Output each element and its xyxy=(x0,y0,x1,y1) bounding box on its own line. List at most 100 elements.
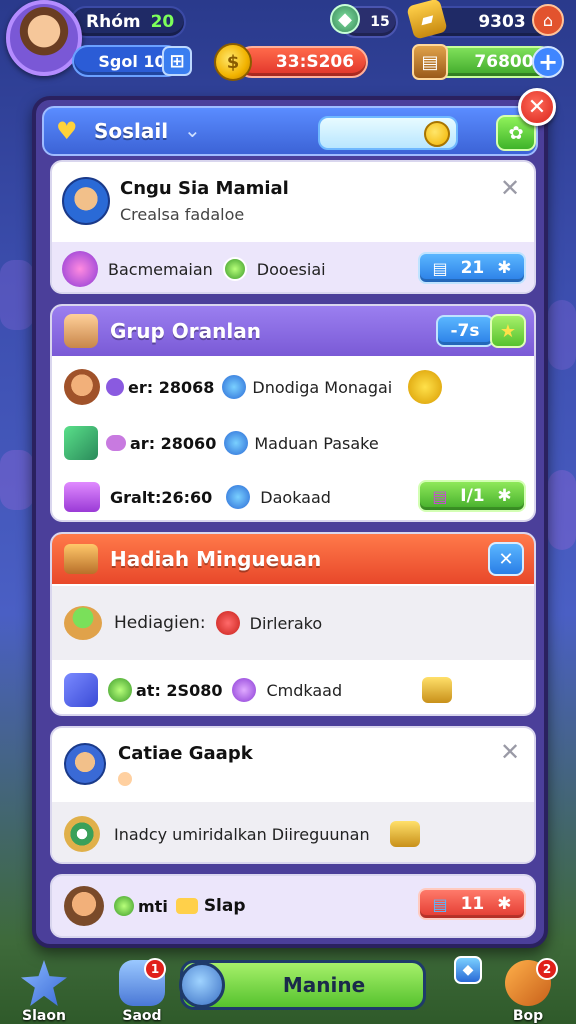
orb-icon xyxy=(222,257,247,281)
group-count-chip: -7s xyxy=(436,315,494,347)
chest-icon: ▤ xyxy=(432,894,448,914)
row-left-text: ar: 28060 xyxy=(130,433,217,453)
star-nav-icon xyxy=(21,960,67,1006)
star-icon: ✱ xyxy=(497,258,512,278)
detail-left-text: Bacmemaian xyxy=(108,259,213,279)
row-mid-text: Dirlerako xyxy=(249,613,323,633)
star-button[interactable]: ★ xyxy=(490,314,526,348)
weekly-title: Hadiah Mingueuan xyxy=(110,547,322,571)
quest-row-text: Inadcy umiridalkan Diireguunan xyxy=(114,824,370,844)
chevron-down-icon[interactable]: ⌄ xyxy=(184,118,201,142)
row-left-text: Gralt:26:60 xyxy=(110,487,213,507)
potion-icon xyxy=(62,251,98,287)
main-button-label: Manine xyxy=(282,973,366,997)
player-level: 20 xyxy=(150,12,175,32)
quest-card: Catiae Gaapk ✕ Inadcy umiridalkan Diireg… xyxy=(50,726,536,864)
chest-icon: ▤ xyxy=(432,258,448,278)
orb-icon xyxy=(222,375,247,399)
gold-bag-icon xyxy=(422,677,453,703)
player-avatar-icon xyxy=(64,743,106,785)
gem-icon xyxy=(106,378,124,396)
gold-icon xyxy=(175,898,198,914)
background-tile xyxy=(0,260,34,330)
helmet-icon xyxy=(408,370,443,404)
group-row[interactable]: er: 28068 Dnodiga Monagai xyxy=(52,360,534,414)
reward-value: 21 xyxy=(460,258,485,278)
close-icon: ✕ xyxy=(527,94,547,120)
gems-value: 15 xyxy=(370,14,390,30)
weekly-reward-card: Hadiah Mingueuan ✕ Hediagien: Dirlerako … xyxy=(50,532,536,716)
member-avatar-icon xyxy=(64,369,100,405)
quest-title: Catiae Gaapk xyxy=(118,742,253,764)
nav-item-bop[interactable]: Bop 2 xyxy=(490,954,566,1024)
swap-chip[interactable]: ▤ 11 ✱ xyxy=(418,888,526,920)
coin-icon xyxy=(424,121,450,147)
row-mid-text: Daokaad xyxy=(260,487,331,507)
background-tile xyxy=(548,470,576,550)
search-input[interactable] xyxy=(318,116,458,150)
row-left-text: er: 28068 xyxy=(128,377,215,397)
panel-header: ♥ Soslail ⌄ ✿ xyxy=(42,106,538,156)
group-row[interactable]: ar: 28060 Maduan Pasake xyxy=(52,416,534,470)
dismiss-icon[interactable]: ✕ xyxy=(500,174,520,202)
top-hud: Rhóm 20 Sgol 10 ⊞ 33:S206 $ 15 ◆ 9303 ▰ … xyxy=(0,0,576,90)
group-title: Grup Oranlan xyxy=(110,319,261,343)
quest-header-row: Catiae Gaapk xyxy=(52,728,534,800)
group-icon xyxy=(64,314,98,348)
food-bowl-icon xyxy=(64,606,102,640)
tool-icon xyxy=(64,673,98,707)
orb-icon xyxy=(114,896,134,916)
chest-icon: ▤ xyxy=(432,486,448,506)
weekly-row[interactable]: at: 2S080 Cmdkaad xyxy=(52,662,534,714)
map-icon[interactable]: ⊞ xyxy=(162,46,192,76)
background-tile xyxy=(0,450,34,510)
swap-mid-text: Slap xyxy=(203,896,246,916)
orb-icon xyxy=(108,678,132,702)
swap-left-text: mti xyxy=(138,896,168,916)
bottom-nav: Slaon Saod 1 Manine ◆ Bop 2 xyxy=(0,954,576,1024)
swap-value: 11 xyxy=(460,894,485,914)
swap-card: mti Slap ▤ 11 ✱ xyxy=(50,874,536,938)
compass-icon xyxy=(179,962,225,1008)
player-avatar[interactable] xyxy=(6,0,82,76)
friend-card: Cngu Sia Mamial Crealsa fadaloe ✕ Bacmem… xyxy=(50,160,536,294)
row-mid-text: Cmdkaad xyxy=(266,680,343,700)
weekly-row[interactable]: Hediagien: Dirlerako xyxy=(52,586,534,660)
card-subtitle: Crealsa fadaloe xyxy=(120,205,245,224)
group-card: Grup Oranlan -7s ★ er: 28068 Dnodiga Mon… xyxy=(50,304,536,522)
nav-label: Bop xyxy=(512,1008,544,1024)
row-left-text: at: 2S080 xyxy=(136,680,223,700)
box-icon xyxy=(64,482,100,512)
nav-item-slaon[interactable]: Slaon xyxy=(6,954,82,1024)
quest-row[interactable]: Inadcy umiridalkan Diireguunan xyxy=(52,802,534,862)
gift-icon: ✿ xyxy=(508,122,524,144)
player-name: Rhóm xyxy=(86,12,141,32)
panel-title: Soslail xyxy=(94,119,169,143)
row-mid-text: Maduan Pasake xyxy=(254,433,379,453)
orb-icon xyxy=(224,431,249,455)
close-panel-button[interactable]: ✕ xyxy=(518,88,556,126)
dismiss-icon[interactable]: ✕ xyxy=(500,738,520,766)
main-play-button[interactable]: Manine xyxy=(179,960,426,1010)
close-weekly-button[interactable]: ✕ xyxy=(488,542,524,576)
nav-item-saod[interactable]: Saod 1 xyxy=(104,954,180,1024)
card-header-row: Cngu Sia Mamial Crealsa fadaloe xyxy=(52,162,534,240)
add-energy-button[interactable]: + xyxy=(532,46,564,78)
gem-icon xyxy=(106,435,126,451)
reward-chip[interactable]: ▤ 21 ✱ xyxy=(418,252,526,284)
gem-icon: ◆ xyxy=(330,4,360,34)
shield-icon[interactable]: ◆ xyxy=(454,956,482,984)
coins-pill: 33:S206 xyxy=(236,46,368,78)
star-icon: ✱ xyxy=(497,894,512,914)
card-title: Cngu Sia Mamial xyxy=(120,178,289,199)
nav-label: Saod xyxy=(122,1008,162,1024)
claim-chip[interactable]: ▤ I/1 ✱ xyxy=(418,480,526,512)
close-icon: ✕ xyxy=(498,548,514,570)
target-icon xyxy=(64,816,100,852)
heart-icon: ♥ xyxy=(56,117,78,145)
plus-icon: + xyxy=(537,48,559,76)
chest-icon xyxy=(64,544,98,574)
home-icon[interactable]: ⌂ xyxy=(532,4,564,36)
nav-label: Slaon xyxy=(22,1008,66,1024)
coins-value: 33:S206 xyxy=(275,52,355,72)
